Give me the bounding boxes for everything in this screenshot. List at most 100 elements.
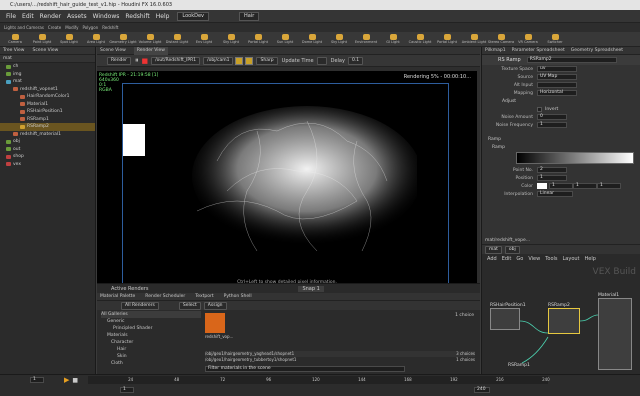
tab-param-spreadsheet[interactable]: Parameter Spreadsheet [512, 47, 565, 55]
shelf-tool[interactable]: Caustic Light [408, 34, 432, 44]
menu-windows[interactable]: Windows [93, 13, 120, 20]
shelf-tool[interactable]: Sky Light [327, 34, 351, 44]
param-field[interactable]: UV Map [537, 74, 577, 80]
tab-scene-view[interactable]: Scene View [100, 47, 126, 55]
tree-item[interactable]: redshift_material1 [0, 131, 95, 139]
shelf-tool[interactable]: Spot Light [57, 34, 81, 44]
tree-item[interactable]: vex [0, 161, 95, 169]
tab-textport[interactable]: Textport [195, 293, 213, 301]
play-icon[interactable]: ▶ [64, 376, 69, 384]
menu-help[interactable]: Help [156, 13, 170, 20]
noise-amount-field[interactable]: 0 [537, 114, 567, 120]
shelf-tool[interactable]: Portal Light [435, 34, 459, 44]
pause-icon[interactable]: ⏸ [135, 56, 139, 65]
shelf-tool[interactable]: Ambient Light [462, 34, 486, 44]
tree-item[interactable]: RSHairPosition1 [0, 108, 95, 116]
node-name-field[interactable]: RSRamp2 [526, 57, 617, 63]
gallery-item[interactable]: Materials [101, 332, 201, 339]
gallery-item[interactable]: Cloth [101, 360, 201, 367]
tree-item[interactable]: mat [0, 78, 95, 86]
tab-params[interactable]: Pilkmap1 [485, 47, 506, 55]
scene-path[interactable]: Hair [239, 11, 260, 21]
tree-path[interactable]: mat [0, 55, 95, 63]
position-field[interactable]: 1 [537, 175, 567, 181]
shelf-tool[interactable]: Area Light [84, 34, 108, 44]
gallery-item[interactable]: Character [101, 339, 201, 346]
shelf-tool[interactable]: Env Light [192, 34, 216, 44]
tree-item[interactable]: RSRamp2 [0, 123, 95, 131]
tab-python-shell[interactable]: Python Shell [224, 293, 252, 301]
assign-button[interactable]: Assign [203, 301, 227, 310]
tree-item[interactable]: shop [0, 153, 95, 161]
gallery-item[interactable]: Hair [101, 346, 201, 353]
tree-item[interactable]: out [0, 146, 95, 154]
shelf-tool[interactable]: VR Camera [516, 34, 540, 44]
material-thumbnail[interactable] [205, 313, 225, 333]
update-time-field[interactable] [316, 56, 327, 65]
menu-redshift[interactable]: Redshift [125, 13, 149, 20]
gallery-item[interactable]: Principled Shader [101, 325, 201, 332]
tree-item[interactable]: redshift_vopnet1 [0, 86, 95, 94]
interp-select[interactable]: Linear [537, 191, 573, 197]
shelf-tab[interactable]: Lights and Cameras [4, 25, 44, 30]
tab-active-renders[interactable]: Active Renders [111, 286, 148, 292]
param-field[interactable] [537, 82, 577, 88]
tab-tree-view[interactable]: Tree View [3, 47, 25, 55]
shelf-tool[interactable]: Sun Light [273, 34, 297, 44]
menu-render[interactable]: Render [40, 13, 61, 20]
renderer-select[interactable]: All Renderers [121, 301, 159, 310]
render-viewport[interactable]: Redshift IPR - 21:19:58 [1] 640x360 0:1 … [97, 71, 477, 291]
shelf-tab[interactable]: Create [48, 25, 61, 30]
color-swatch[interactable] [537, 183, 547, 189]
camera-select[interactable]: /obj/cam1 [203, 56, 234, 65]
desktop-select[interactable]: LookDev [177, 11, 210, 21]
shelf-tool[interactable]: Volume Light [138, 34, 162, 44]
noise-frequency-field[interactable]: 1 [537, 122, 567, 128]
point-no-field[interactable]: 2 [537, 167, 567, 173]
shelf-tab[interactable]: Modify [65, 25, 78, 30]
shelf-tool[interactable]: Sky Light [219, 34, 243, 44]
delay-field[interactable]: 0.1 [347, 56, 364, 65]
tree-item[interactable]: RSRamp1 [0, 116, 95, 124]
tab-scene-view[interactable]: Scene View [33, 47, 59, 55]
gallery-item[interactable]: All Galleries [101, 311, 201, 318]
menu-file[interactable]: File [6, 13, 16, 20]
gallery-item[interactable]: Skin [101, 353, 201, 360]
start-frame-field[interactable]: 1 [120, 386, 134, 393]
shelf-tool[interactable]: Stereo Camera [488, 34, 514, 44]
snapshot-select[interactable]: Snap 1 [298, 285, 324, 292]
tab-render-scheduler[interactable]: Render Scheduler [145, 293, 185, 301]
stop-icon[interactable]: ■ [72, 377, 78, 384]
tree-item[interactable]: img [0, 71, 95, 79]
ramp-gradient[interactable] [516, 152, 634, 164]
tab-material-palette[interactable]: Material Palette [100, 293, 135, 301]
tree-item[interactable]: HairRandomColor1 [0, 93, 95, 101]
shelf-tool[interactable]: Point Light [30, 34, 54, 44]
menu-assets[interactable]: Assets [67, 13, 87, 20]
shelf-tool[interactable]: Camera [3, 34, 27, 44]
shelf-tab[interactable]: Redshift [102, 25, 118, 30]
tree-item[interactable]: Material1 [0, 101, 95, 109]
select-button[interactable]: Select [178, 301, 201, 310]
filter-input[interactable]: Filter materials in the scene [205, 366, 405, 372]
shelf-tool[interactable]: Portal Light [246, 34, 270, 44]
gallery-item[interactable]: Generic [101, 318, 201, 325]
tree-item[interactable]: ch [0, 63, 95, 71]
shelf-tab[interactable]: Polygon [82, 25, 98, 30]
frame-ruler[interactable]: 24 48 72 96 120 144 168 192 216 240 [88, 376, 550, 384]
tab-geometry-spreadsheet[interactable]: Geometry Spreadsheet [571, 47, 623, 55]
sharp-select[interactable]: Sharp [256, 56, 278, 65]
shelf-tool[interactable]: Distant Light [165, 34, 189, 44]
shelf-tool[interactable]: Switcher [543, 34, 567, 44]
snapshot-icon[interactable] [245, 56, 254, 65]
shelf-tool[interactable]: Geometry Light [109, 34, 137, 44]
color-b-field[interactable]: 1 [597, 183, 621, 189]
param-field[interactable]: uv [537, 66, 577, 72]
menu-edit[interactable]: Edit [22, 13, 34, 20]
material-path-row[interactable]: /obj/geo1/hairgeometry_tubbertoy1/shopne… [205, 357, 475, 363]
invert-checkbox[interactable] [537, 106, 542, 112]
current-frame-field[interactable]: 1 [30, 377, 44, 383]
tab-render-view[interactable]: Render View [133, 46, 168, 55]
render-region-icon[interactable] [235, 56, 244, 65]
param-field[interactable]: Horizontal [537, 90, 577, 96]
